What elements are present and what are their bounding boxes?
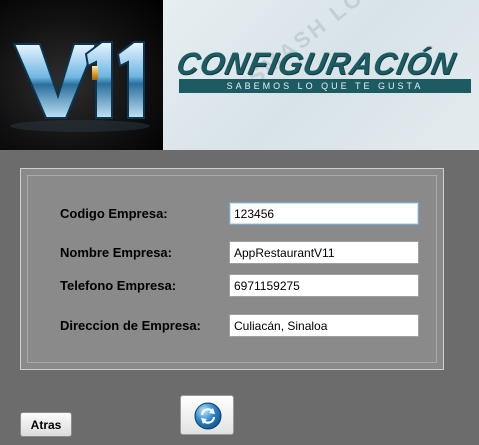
telefono-label: Telefono Empresa: xyxy=(60,278,177,293)
direccion-input[interactable] xyxy=(229,314,419,337)
app-logo xyxy=(0,0,163,150)
back-button[interactable]: Atras xyxy=(20,412,72,437)
nombre-label: Nombre Empresa: xyxy=(60,245,172,260)
field-row-telefono: Telefono Empresa: xyxy=(21,274,445,298)
banner-tagline: SABEMOS LO QUE TE GUSTA xyxy=(179,79,471,93)
codigo-label: Codigo Empresa: xyxy=(60,206,168,221)
banner: SMASH LOGO CONFIGURACIÓN SABEMOS LO QUE … xyxy=(163,0,479,150)
field-row-nombre: Nombre Empresa: xyxy=(21,241,445,265)
nombre-input[interactable] xyxy=(229,241,419,264)
codigo-input[interactable] xyxy=(229,202,419,225)
banner-title: CONFIGURACIÓN xyxy=(173,46,460,81)
field-row-direccion: Direccion de Empresa: xyxy=(21,314,445,338)
direccion-label: Direccion de Empresa: xyxy=(60,318,201,333)
field-row-codigo: Codigo Empresa: xyxy=(21,202,445,226)
company-form-panel: Codigo Empresa: Nombre Empresa: Telefono… xyxy=(20,168,444,370)
header: SMASH LOGO CONFIGURACIÓN SABEMOS LO QUE … xyxy=(0,0,479,150)
save-button[interactable] xyxy=(180,395,234,435)
refresh-save-icon xyxy=(194,402,222,430)
v11-logo-icon xyxy=(10,41,150,132)
telefono-input[interactable] xyxy=(229,274,419,297)
